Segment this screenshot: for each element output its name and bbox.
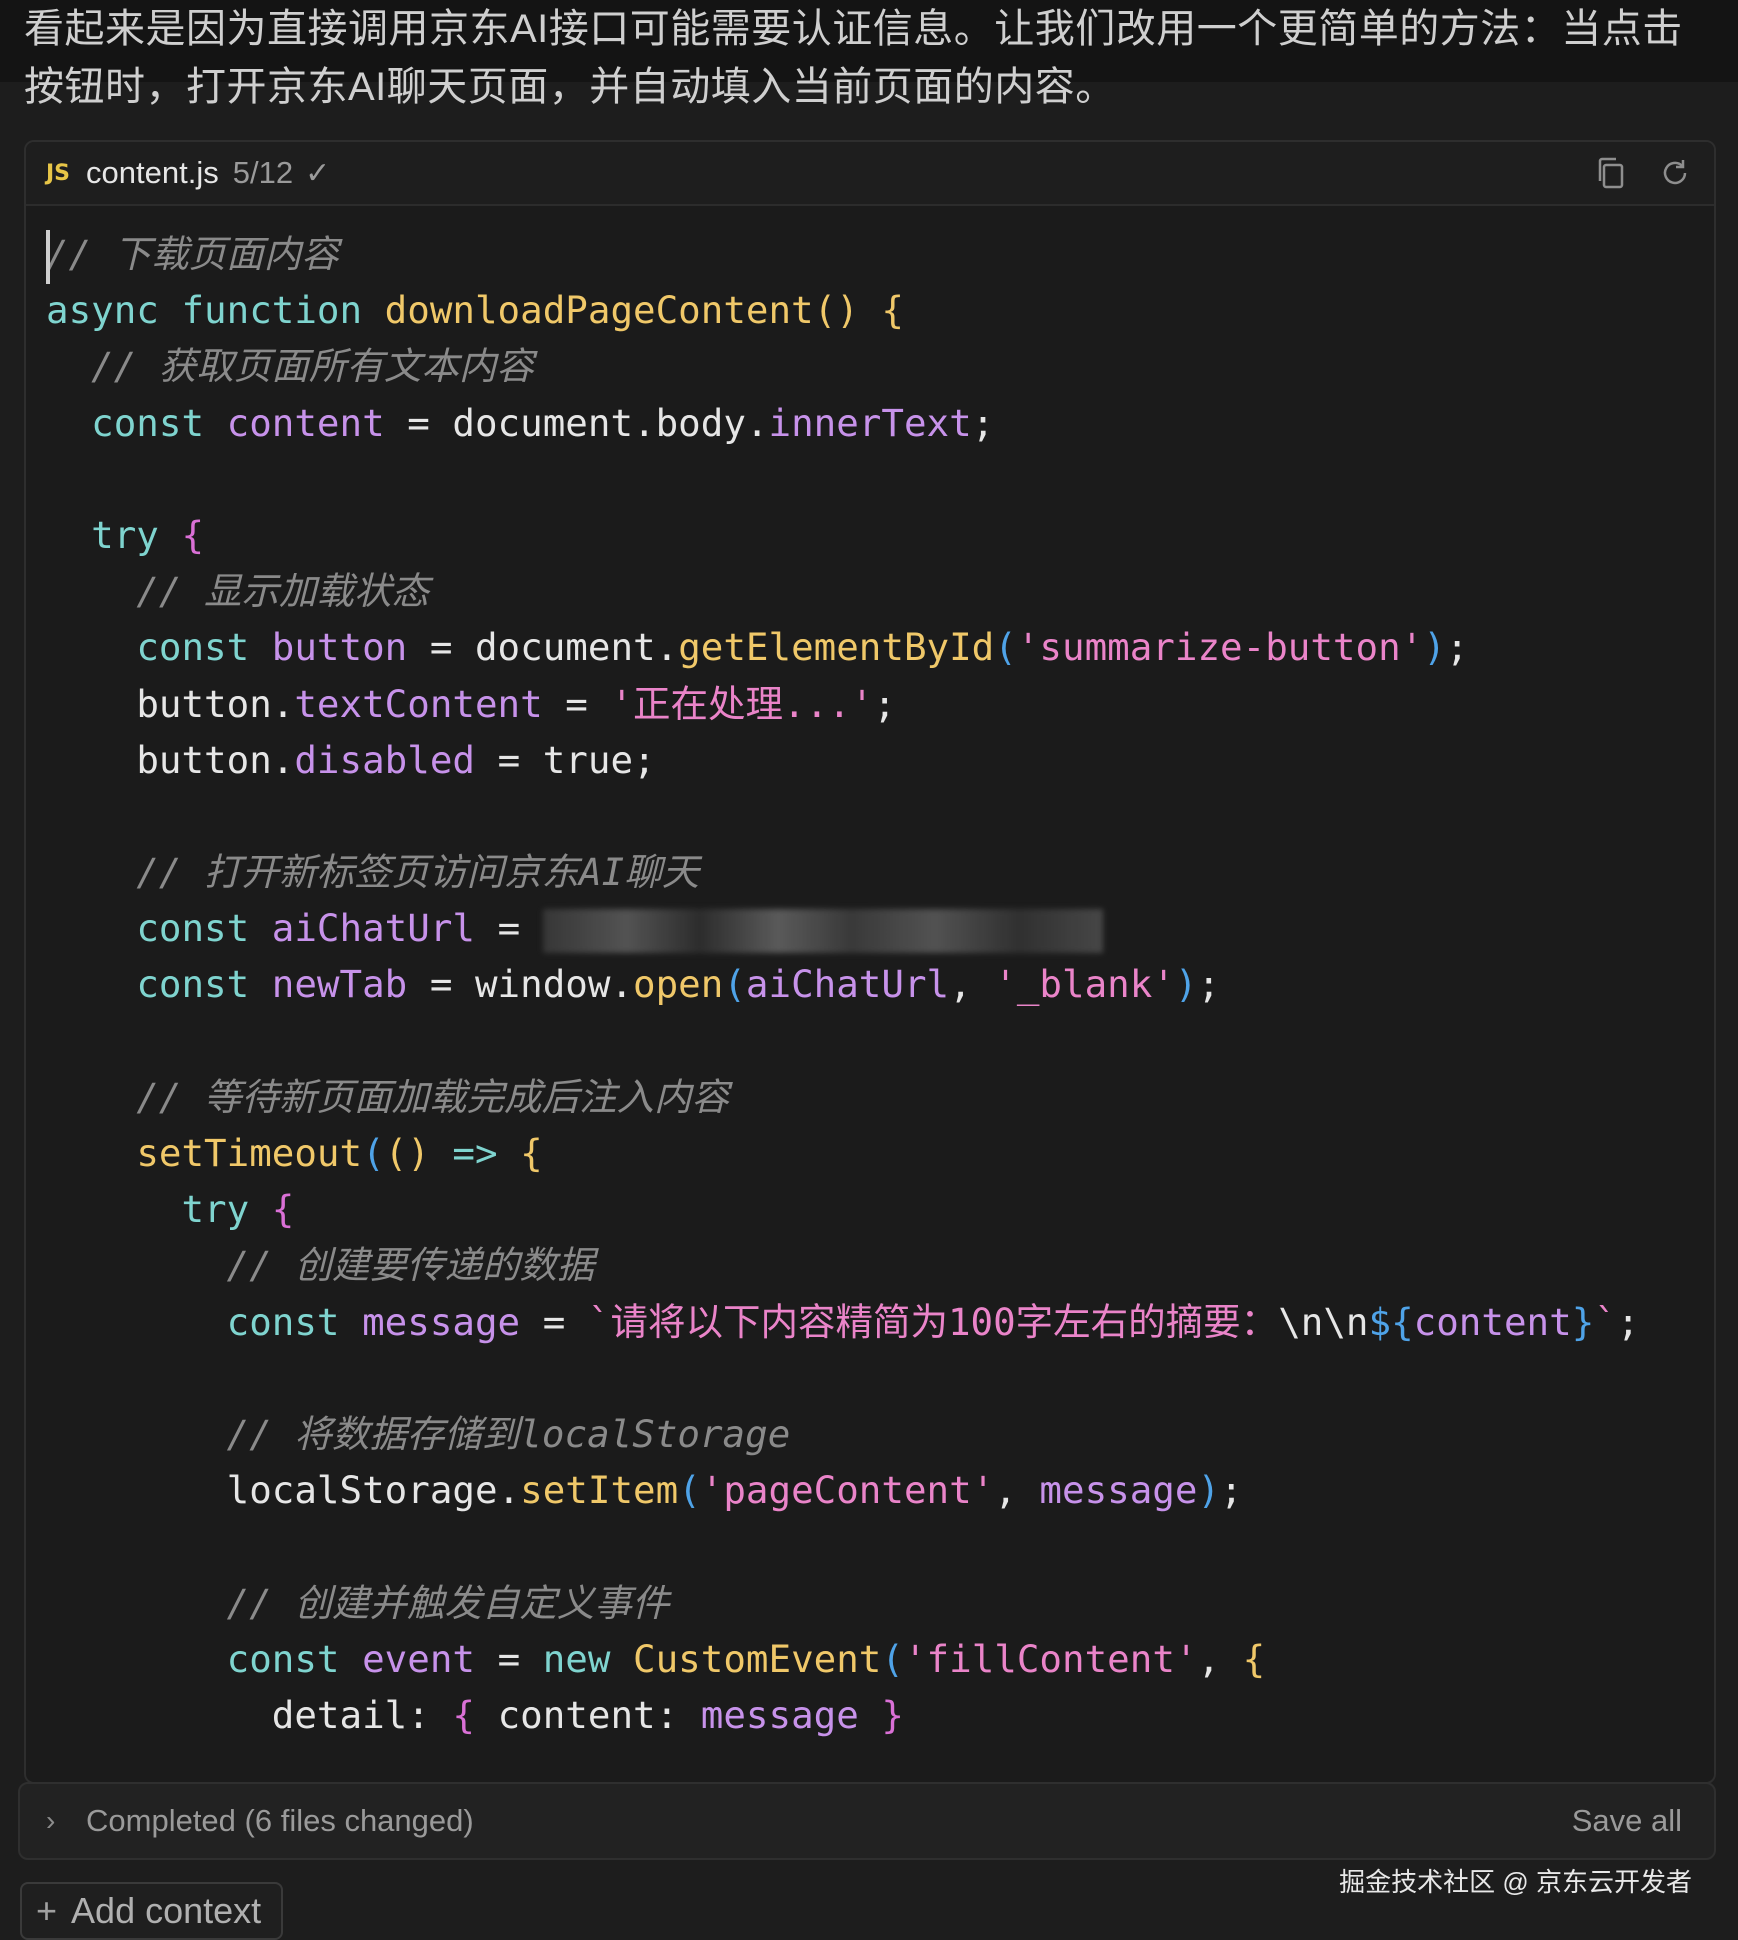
code-line-8: const button = document.getElementById('… — [136, 625, 1469, 670]
code-line-22: // 将数据存储到localStorage — [226, 1411, 791, 1456]
check-icon: ✓ — [305, 156, 331, 190]
file-name[interactable]: content.js — [86, 155, 219, 191]
code-line-28: }); — [46, 1743, 1714, 1746]
code-line-23: localStorage.setItem('pageContent', mess… — [226, 1468, 1243, 1513]
code-line-12: // 打开新标签页访问京东AI聊天 — [136, 850, 700, 895]
js-file-icon: JS — [46, 160, 71, 186]
code-line-13: const aiChatUrl = — [46, 900, 1714, 956]
watermark: 掘金技术社区 @ 京东云开发者 — [1339, 1867, 1692, 1897]
chevron-right-icon[interactable]: › — [46, 1805, 76, 1837]
code-line-9: button.textContent = '正在处理...'; — [136, 681, 896, 726]
code-line-20: const message = `请将以下内容精简为100字左右的摘要：\n\n… — [226, 1299, 1640, 1344]
code-line-26: const event = new CustomEvent('fillConte… — [226, 1636, 1266, 1681]
code-editor[interactable]: // 下载页面内容 async function downloadPageCon… — [26, 206, 1714, 1746]
plus-icon: + — [36, 1890, 58, 1931]
code-line-4: const content = document.body.innerText; — [91, 400, 995, 445]
add-context-button[interactable]: + Add context — [20, 1882, 284, 1940]
add-context-label: Add context — [71, 1890, 262, 1931]
code-line-19: // 创建要传递的数据 — [226, 1243, 595, 1288]
code-line-18: try { — [181, 1187, 295, 1232]
code-line-1: // 下载页面内容 — [46, 232, 339, 276]
page: 看起来是因为直接调用京东AI接口可能需要认证信息。让我们改用一个更简单的方法：当… — [0, 0, 1738, 1940]
code-line-27: detail: { content: message } — [271, 1692, 904, 1737]
code-line-7: // 显示加载状态 — [136, 569, 430, 614]
file-header: JS content.js 5/12 ✓ — [26, 142, 1714, 206]
completion-status-text: Completed (6 files changed) — [86, 1803, 474, 1838]
code-line-2: async function downloadPageContent() { — [46, 288, 904, 333]
file-progress: 5/12 — [232, 155, 294, 190]
text-caret — [46, 230, 50, 284]
code-line-17: setTimeout(() => { — [136, 1131, 543, 1175]
code-line-6: try { — [91, 512, 205, 557]
code-line-16: // 等待新页面加载完成后注入内容 — [136, 1074, 730, 1119]
save-all-button[interactable]: Save all — [1572, 1803, 1682, 1839]
completion-status-bar[interactable]: › Completed (6 files changed) Save all — [18, 1782, 1716, 1860]
code-line-10: button.disabled = true; — [136, 737, 656, 782]
code-line-3: // 获取页面所有文本内容 — [91, 344, 534, 389]
code-line-25: // 创建并触发自定义事件 — [226, 1580, 670, 1625]
assistant-message: 看起来是因为直接调用京东AI接口可能需要认证信息。让我们改用一个更简单的方法：当… — [24, 7, 1683, 109]
code-line-14: const newTab = window.open(aiChatUrl, '_… — [136, 962, 1221, 1007]
copy-icon[interactable] — [1594, 156, 1628, 190]
redacted-url — [542, 908, 1103, 953]
code-block: JS content.js 5/12 ✓ // 下载页面内容 async fun… — [24, 140, 1716, 1784]
header-actions — [1594, 142, 1692, 204]
refresh-icon[interactable] — [1658, 156, 1692, 190]
